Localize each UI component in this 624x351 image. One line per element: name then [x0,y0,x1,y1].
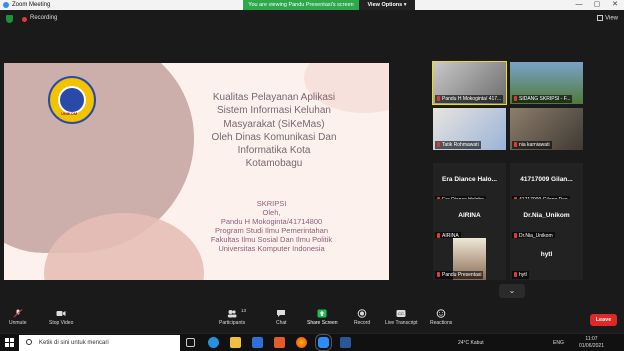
view-label: View [605,15,618,22]
unmute-button[interactable]: Unmute [9,309,27,326]
language-indicator[interactable]: ENG [553,334,564,351]
window-title: Zoom Meeting [12,2,51,8]
share-screen-icon [317,309,327,318]
slide-subtitle: SKRIPSI Oleh, Pandu H Mokoginta/41714800… [184,199,359,253]
title-line: Sistem Informasi Keluhan [217,105,331,117]
leave-button[interactable]: Leave [590,314,617,326]
record-button[interactable]: Record [354,309,370,326]
share-screen-button[interactable]: Share Screen [307,309,338,326]
title-line: Masyarakat (SiKeMas) [223,118,325,130]
grid-icon [597,15,604,21]
participant-name: SIDANG SKRIPSI - F... [512,95,573,103]
store-icon[interactable] [252,337,263,348]
clock-date: 01/06/2021 [578,342,604,349]
title-line: Informatika Kota [237,145,311,157]
participant-center-name: AIRINA [458,212,481,219]
file-explorer-icon[interactable] [230,337,241,348]
windows-start-icon[interactable] [5,338,15,348]
unmute-label: Unmute [9,320,27,326]
participant-tile[interactable]: Dr.Nia_Unikom Dr.Nia_Unikom [510,199,583,241]
participant-tile[interactable]: hytl hytl [510,238,583,280]
meeting-topbar: Recording View [0,10,624,28]
logo-text: UNIKOM [61,111,78,116]
view-options-button[interactable]: View Options ▾ [359,0,415,10]
shared-slide: UNIKOM Kualitas Pelayanan Aplikasi Siste… [4,63,389,280]
participants-count: 13 [241,308,247,313]
participants-icon [227,310,237,318]
mic-muted-icon [13,309,23,318]
share-screen-label: Share Screen [307,320,338,326]
participants-button[interactable]: Participants 13 [219,308,247,326]
chat-label: Chat [276,320,287,326]
mic-muted-icon [514,272,517,278]
title-line: Oleh Dinas Komunikasi Dan [211,131,337,143]
chat-icon [277,310,286,317]
recording-label: Recording [30,15,58,21]
participant-name: Tatik Rohmawati [435,141,481,149]
live-transcript-label: Live Transcript [385,320,418,326]
window-controls: — ▢ ✕ [570,0,624,10]
office-icon[interactable] [274,337,285,348]
zoom-logo-icon [3,2,9,8]
record-icon [357,309,367,318]
participant-name: nia karniawati [512,141,552,149]
chevron-down-icon[interactable]: ⌄ [499,284,525,298]
system-clock[interactable]: 11:07 01/06/2021 [579,336,604,349]
participant-center-name: Era Diance Halo... [442,176,497,183]
live-transcript-button[interactable]: CC Live Transcript [385,309,418,326]
word-icon[interactable] [340,337,351,348]
edge-icon[interactable] [208,337,219,348]
participant-tile[interactable]: Tatik Rohmawati [433,108,506,150]
video-camera-icon [56,311,66,316]
windows-taskbar: Ketik di sini untuk mencari 24°C Kabut E… [0,333,624,351]
participant-center-name: hytl [540,251,553,258]
chat-button[interactable]: Chat [276,309,287,326]
title-line: Kualitas Pelayanan Aplikasi [212,92,336,103]
meeting-toolbar: Unmute Stop Video Participants 13 Chat S… [0,306,624,333]
participant-tile[interactable]: Pandu Presentasi [433,238,506,280]
participant-tile[interactable]: nia karniawati [510,108,583,150]
unikom-logo [48,76,96,124]
reactions-button[interactable]: Reactions [430,309,452,326]
closed-caption-icon: CC [396,310,406,317]
mic-muted-icon [437,142,440,148]
task-view-icon[interactable] [186,338,195,347]
mic-muted-icon [437,272,440,278]
reactions-label: Reactions [430,320,453,326]
firefox-icon[interactable] [296,337,307,348]
svg-text:CC: CC [398,311,404,316]
participants-label: Participants [219,320,246,326]
record-label: Record [354,320,371,326]
participant-tile[interactable]: Pandu H Mokoginta/ 417... [432,61,507,105]
mic-muted-icon [514,142,517,148]
zoom-window: Zoom Meeting — ▢ ✕ You are viewing Pandu… [0,0,624,351]
stop-video-button[interactable]: Stop Video [49,309,73,326]
participant-name: hytl [512,271,529,279]
stop-video-label: Stop Video [49,320,74,326]
view-button[interactable]: View [597,15,618,22]
zoom-app-icon[interactable] [315,334,332,351]
participant-name: Pandu Presentasi [435,271,484,279]
title-line: Kotamobagu [245,158,303,170]
participant-center-name: 41717009 Gilan... [520,176,573,183]
participant-center-name: Dr.Nia_Unikom [523,212,570,219]
share-banner: You are viewing Pandu Presentasi's scree… [243,0,359,10]
participant-tile[interactable]: SIDANG SKRIPSI - F... [510,62,583,104]
mic-muted-icon [437,96,440,102]
participant-tile[interactable]: AIRINA AIRINA [433,199,506,241]
slide-title: Kualitas Pelayanan Aplikasi Sistem Infor… [174,91,374,171]
maximize-button[interactable]: ▢ [588,0,606,10]
subtitle-line: Universitas Komputer Indonesia [218,243,325,253]
search-icon [26,339,32,345]
weather-status[interactable]: 24°C Kabut [458,334,484,351]
security-shield-icon[interactable] [6,15,13,23]
close-button[interactable]: ✕ [606,0,624,10]
taskbar-search-input[interactable]: Ketik di sini untuk mencari [19,335,180,351]
mic-muted-icon [514,96,517,102]
participant-name: Pandu H Mokoginta/ 417... [435,95,504,103]
recording-icon [22,17,27,22]
smiley-icon [436,309,446,318]
minimize-button[interactable]: — [570,0,588,10]
